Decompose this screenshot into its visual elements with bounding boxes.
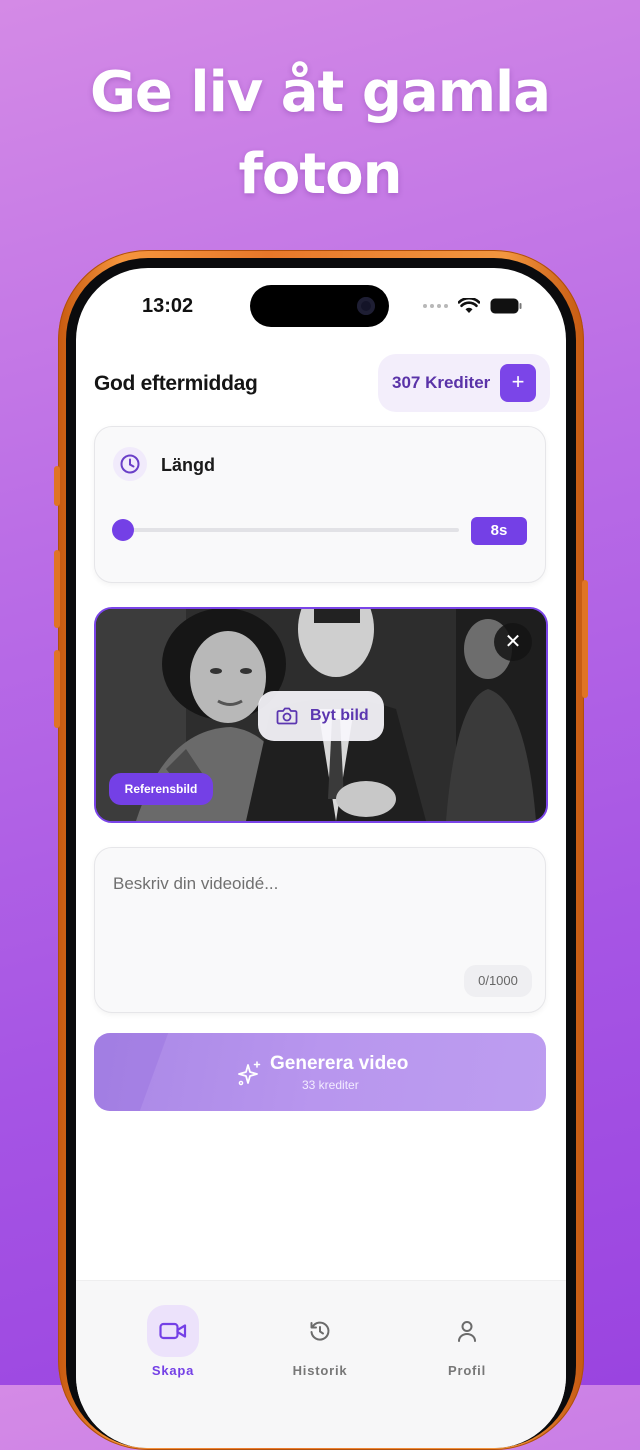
credits-label: 307 Krediter (392, 373, 491, 392)
tab-icon-wrap (441, 1305, 493, 1357)
tab-profil[interactable]: Profil (407, 1305, 527, 1378)
length-label: Längd (161, 455, 215, 475)
generate-cost: 33 krediter (302, 1078, 359, 1092)
volume-down-button (54, 650, 60, 728)
generate-video-button[interactable]: Generera video 33 krediter (94, 1033, 546, 1111)
app-screen: 13:02 God eftermiddag 307 Krediter + Län… (76, 268, 566, 1448)
headline-line-2: foton (238, 142, 403, 207)
tab-icon-wrap (147, 1305, 199, 1357)
tab-label-skapa: Skapa (151, 1363, 195, 1378)
action-button (54, 466, 60, 506)
character-counter: 0/1000 (464, 965, 532, 997)
swap-photo-button[interactable]: Byt bild (258, 691, 384, 741)
clock-icon (120, 454, 140, 474)
length-card: Längd 8s (94, 426, 546, 583)
cellular-signal-icon (423, 304, 448, 308)
length-value-badge: 8s (471, 517, 527, 545)
tab-label-profil: Profil (447, 1363, 487, 1378)
front-camera (357, 297, 375, 315)
sparkles-icon (238, 1061, 261, 1086)
status-indicators (423, 296, 522, 316)
credits-balance[interactable]: 307 Krediter + (378, 354, 550, 412)
dynamic-island (250, 285, 389, 327)
swap-photo-label: Byt bild (310, 707, 369, 724)
user-icon (458, 1321, 476, 1342)
tab-historik[interactable]: Historik (260, 1305, 380, 1378)
battery-icon (490, 298, 522, 314)
camera-icon (276, 707, 298, 725)
reference-photo[interactable]: ✕ Byt bild Referensbild (94, 607, 548, 823)
add-credits-button[interactable]: + (500, 364, 536, 402)
close-icon: ✕ (504, 631, 522, 653)
tab-label-historik: Historik (292, 1363, 348, 1378)
headline-line-1: Ge liv åt gamla (89, 60, 551, 125)
promo-headline: Ge liv åt gamla foton (0, 52, 640, 216)
reference-badge: Referensbild (109, 773, 213, 805)
tab-bar: Skapa Historik Profil (76, 1280, 566, 1448)
remove-photo-button[interactable]: ✕ (494, 623, 532, 661)
history-icon (310, 1321, 330, 1341)
greeting-title: God eftermiddag (94, 372, 258, 395)
volume-up-button (54, 550, 60, 628)
length-slider-track[interactable] (123, 528, 459, 532)
button-sheen (94, 1033, 169, 1111)
tab-skapa[interactable]: Skapa (113, 1305, 233, 1378)
plus-icon: + (511, 369, 525, 394)
length-icon-wrap (113, 447, 147, 481)
wifi-icon (458, 298, 480, 313)
length-slider-handle[interactable] (112, 519, 134, 541)
power-button (582, 580, 588, 698)
status-time: 13:02 (142, 295, 194, 317)
video-idea-input[interactable] (111, 872, 515, 936)
generate-label: Generera video (270, 1053, 409, 1074)
tab-icon-wrap (294, 1305, 346, 1357)
prompt-card: 0/1000 (94, 847, 546, 1013)
video-camera-icon (159, 1322, 187, 1340)
